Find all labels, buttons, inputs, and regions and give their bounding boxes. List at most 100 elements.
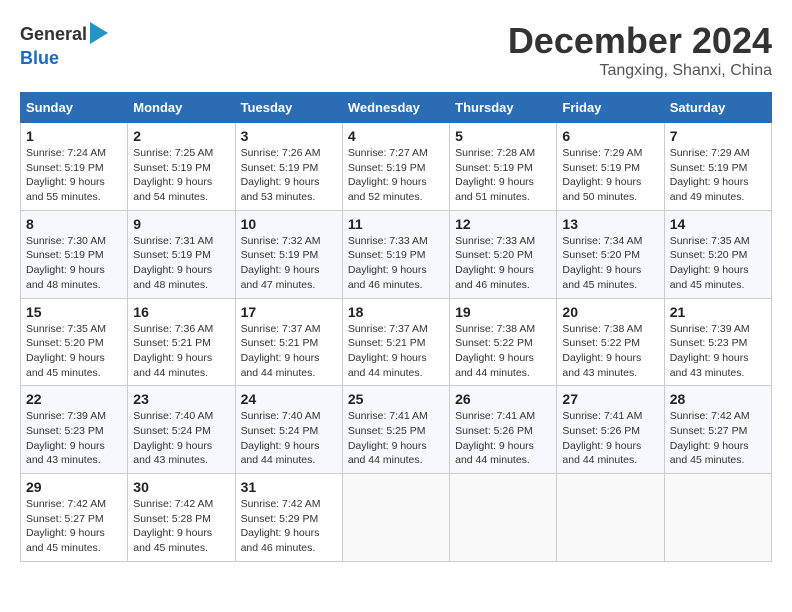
- day-number: 22: [26, 391, 122, 407]
- daylight-label: Daylight: 9 hours and 44 minutes.: [455, 352, 534, 379]
- calendar-week-row: 8 Sunrise: 7:30 AM Sunset: 5:19 PM Dayli…: [21, 210, 772, 298]
- sunrise-label: Sunrise: 7:31 AM: [133, 235, 213, 247]
- empty-day-cell: [342, 474, 449, 562]
- weekday-header: Wednesday: [342, 93, 449, 123]
- day-number: 24: [241, 391, 337, 407]
- daylight-label: Daylight: 9 hours and 44 minutes.: [241, 352, 320, 379]
- day-info: Sunrise: 7:37 AM Sunset: 5:21 PM Dayligh…: [241, 322, 337, 381]
- logo-text: General: [20, 25, 87, 45]
- daylight-label: Daylight: 9 hours and 45 minutes.: [670, 264, 749, 291]
- sunset-label: Sunset: 5:24 PM: [133, 425, 211, 437]
- weekday-header: Saturday: [664, 93, 771, 123]
- sunset-label: Sunset: 5:21 PM: [133, 337, 211, 349]
- day-cell: 5 Sunrise: 7:28 AM Sunset: 5:19 PM Dayli…: [450, 123, 557, 211]
- sunrise-label: Sunrise: 7:26 AM: [241, 147, 321, 159]
- day-cell: 18 Sunrise: 7:37 AM Sunset: 5:21 PM Dayl…: [342, 298, 449, 386]
- sunset-label: Sunset: 5:19 PM: [348, 162, 426, 174]
- sunset-label: Sunset: 5:27 PM: [670, 425, 748, 437]
- sunset-label: Sunset: 5:28 PM: [133, 513, 211, 525]
- daylight-label: Daylight: 9 hours and 44 minutes.: [562, 440, 641, 467]
- day-info: Sunrise: 7:38 AM Sunset: 5:22 PM Dayligh…: [455, 322, 551, 381]
- day-cell: 4 Sunrise: 7:27 AM Sunset: 5:19 PM Dayli…: [342, 123, 449, 211]
- sunrise-label: Sunrise: 7:40 AM: [133, 410, 213, 422]
- sunrise-label: Sunrise: 7:42 AM: [241, 498, 321, 510]
- day-number: 19: [455, 304, 551, 320]
- day-number: 1: [26, 128, 122, 144]
- sunrise-label: Sunrise: 7:27 AM: [348, 147, 428, 159]
- calendar-table: SundayMondayTuesdayWednesdayThursdayFrid…: [20, 92, 772, 562]
- day-cell: 15 Sunrise: 7:35 AM Sunset: 5:20 PM Dayl…: [21, 298, 128, 386]
- calendar-week-row: 1 Sunrise: 7:24 AM Sunset: 5:19 PM Dayli…: [21, 123, 772, 211]
- day-info: Sunrise: 7:32 AM Sunset: 5:19 PM Dayligh…: [241, 234, 337, 293]
- sunset-label: Sunset: 5:19 PM: [241, 249, 319, 261]
- day-number: 15: [26, 304, 122, 320]
- day-number: 9: [133, 216, 229, 232]
- daylight-label: Daylight: 9 hours and 46 minutes.: [455, 264, 534, 291]
- daylight-label: Daylight: 9 hours and 43 minutes.: [670, 352, 749, 379]
- day-number: 25: [348, 391, 444, 407]
- sunrise-label: Sunrise: 7:37 AM: [241, 323, 321, 335]
- day-cell: 24 Sunrise: 7:40 AM Sunset: 5:24 PM Dayl…: [235, 386, 342, 474]
- day-info: Sunrise: 7:35 AM Sunset: 5:20 PM Dayligh…: [26, 322, 122, 381]
- day-info: Sunrise: 7:42 AM Sunset: 5:28 PM Dayligh…: [133, 497, 229, 556]
- day-cell: 26 Sunrise: 7:41 AM Sunset: 5:26 PM Dayl…: [450, 386, 557, 474]
- sunset-label: Sunset: 5:27 PM: [26, 513, 104, 525]
- sunset-label: Sunset: 5:19 PM: [562, 162, 640, 174]
- day-info: Sunrise: 7:27 AM Sunset: 5:19 PM Dayligh…: [348, 146, 444, 205]
- day-info: Sunrise: 7:25 AM Sunset: 5:19 PM Dayligh…: [133, 146, 229, 205]
- day-info: Sunrise: 7:35 AM Sunset: 5:20 PM Dayligh…: [670, 234, 766, 293]
- day-cell: 16 Sunrise: 7:36 AM Sunset: 5:21 PM Dayl…: [128, 298, 235, 386]
- weekday-header: Friday: [557, 93, 664, 123]
- daylight-label: Daylight: 9 hours and 44 minutes.: [241, 440, 320, 467]
- day-cell: 13 Sunrise: 7:34 AM Sunset: 5:20 PM Dayl…: [557, 210, 664, 298]
- sunrise-label: Sunrise: 7:40 AM: [241, 410, 321, 422]
- sunset-label: Sunset: 5:20 PM: [26, 337, 104, 349]
- day-number: 28: [670, 391, 766, 407]
- month-title: December 2024: [508, 20, 772, 62]
- daylight-label: Daylight: 9 hours and 45 minutes.: [670, 440, 749, 467]
- daylight-label: Daylight: 9 hours and 45 minutes.: [26, 352, 105, 379]
- day-cell: 12 Sunrise: 7:33 AM Sunset: 5:20 PM Dayl…: [450, 210, 557, 298]
- day-cell: 29 Sunrise: 7:42 AM Sunset: 5:27 PM Dayl…: [21, 474, 128, 562]
- day-number: 5: [455, 128, 551, 144]
- day-info: Sunrise: 7:42 AM Sunset: 5:29 PM Dayligh…: [241, 497, 337, 556]
- daylight-label: Daylight: 9 hours and 46 minutes.: [241, 527, 320, 554]
- location-subtitle: Tangxing, Shanxi, China: [508, 62, 772, 80]
- day-info: Sunrise: 7:33 AM Sunset: 5:20 PM Dayligh…: [455, 234, 551, 293]
- title-block: December 2024 Tangxing, Shanxi, China: [508, 20, 772, 80]
- day-cell: 2 Sunrise: 7:25 AM Sunset: 5:19 PM Dayli…: [128, 123, 235, 211]
- day-number: 17: [241, 304, 337, 320]
- sunrise-label: Sunrise: 7:42 AM: [133, 498, 213, 510]
- day-cell: 22 Sunrise: 7:39 AM Sunset: 5:23 PM Dayl…: [21, 386, 128, 474]
- sunrise-label: Sunrise: 7:35 AM: [26, 323, 106, 335]
- sunset-label: Sunset: 5:19 PM: [26, 249, 104, 261]
- sunset-label: Sunset: 5:26 PM: [455, 425, 533, 437]
- sunset-label: Sunset: 5:23 PM: [26, 425, 104, 437]
- sunset-label: Sunset: 5:19 PM: [348, 249, 426, 261]
- sunrise-label: Sunrise: 7:34 AM: [562, 235, 642, 247]
- page-header: General Blue December 2024 Tangxing, Sha…: [20, 20, 772, 80]
- daylight-label: Daylight: 9 hours and 53 minutes.: [241, 176, 320, 203]
- day-cell: 6 Sunrise: 7:29 AM Sunset: 5:19 PM Dayli…: [557, 123, 664, 211]
- day-info: Sunrise: 7:39 AM Sunset: 5:23 PM Dayligh…: [26, 409, 122, 468]
- day-number: 11: [348, 216, 444, 232]
- day-cell: 17 Sunrise: 7:37 AM Sunset: 5:21 PM Dayl…: [235, 298, 342, 386]
- day-number: 14: [670, 216, 766, 232]
- sunrise-label: Sunrise: 7:33 AM: [348, 235, 428, 247]
- daylight-label: Daylight: 9 hours and 49 minutes.: [670, 176, 749, 203]
- day-number: 8: [26, 216, 122, 232]
- daylight-label: Daylight: 9 hours and 46 minutes.: [348, 264, 427, 291]
- day-info: Sunrise: 7:42 AM Sunset: 5:27 PM Dayligh…: [670, 409, 766, 468]
- day-cell: 21 Sunrise: 7:39 AM Sunset: 5:23 PM Dayl…: [664, 298, 771, 386]
- day-info: Sunrise: 7:33 AM Sunset: 5:19 PM Dayligh…: [348, 234, 444, 293]
- day-info: Sunrise: 7:40 AM Sunset: 5:24 PM Dayligh…: [241, 409, 337, 468]
- day-number: 13: [562, 216, 658, 232]
- day-cell: 23 Sunrise: 7:40 AM Sunset: 5:24 PM Dayl…: [128, 386, 235, 474]
- day-number: 31: [241, 479, 337, 495]
- day-number: 10: [241, 216, 337, 232]
- day-number: 7: [670, 128, 766, 144]
- day-cell: 27 Sunrise: 7:41 AM Sunset: 5:26 PM Dayl…: [557, 386, 664, 474]
- sunset-label: Sunset: 5:21 PM: [241, 337, 319, 349]
- sunset-label: Sunset: 5:24 PM: [241, 425, 319, 437]
- day-cell: 8 Sunrise: 7:30 AM Sunset: 5:19 PM Dayli…: [21, 210, 128, 298]
